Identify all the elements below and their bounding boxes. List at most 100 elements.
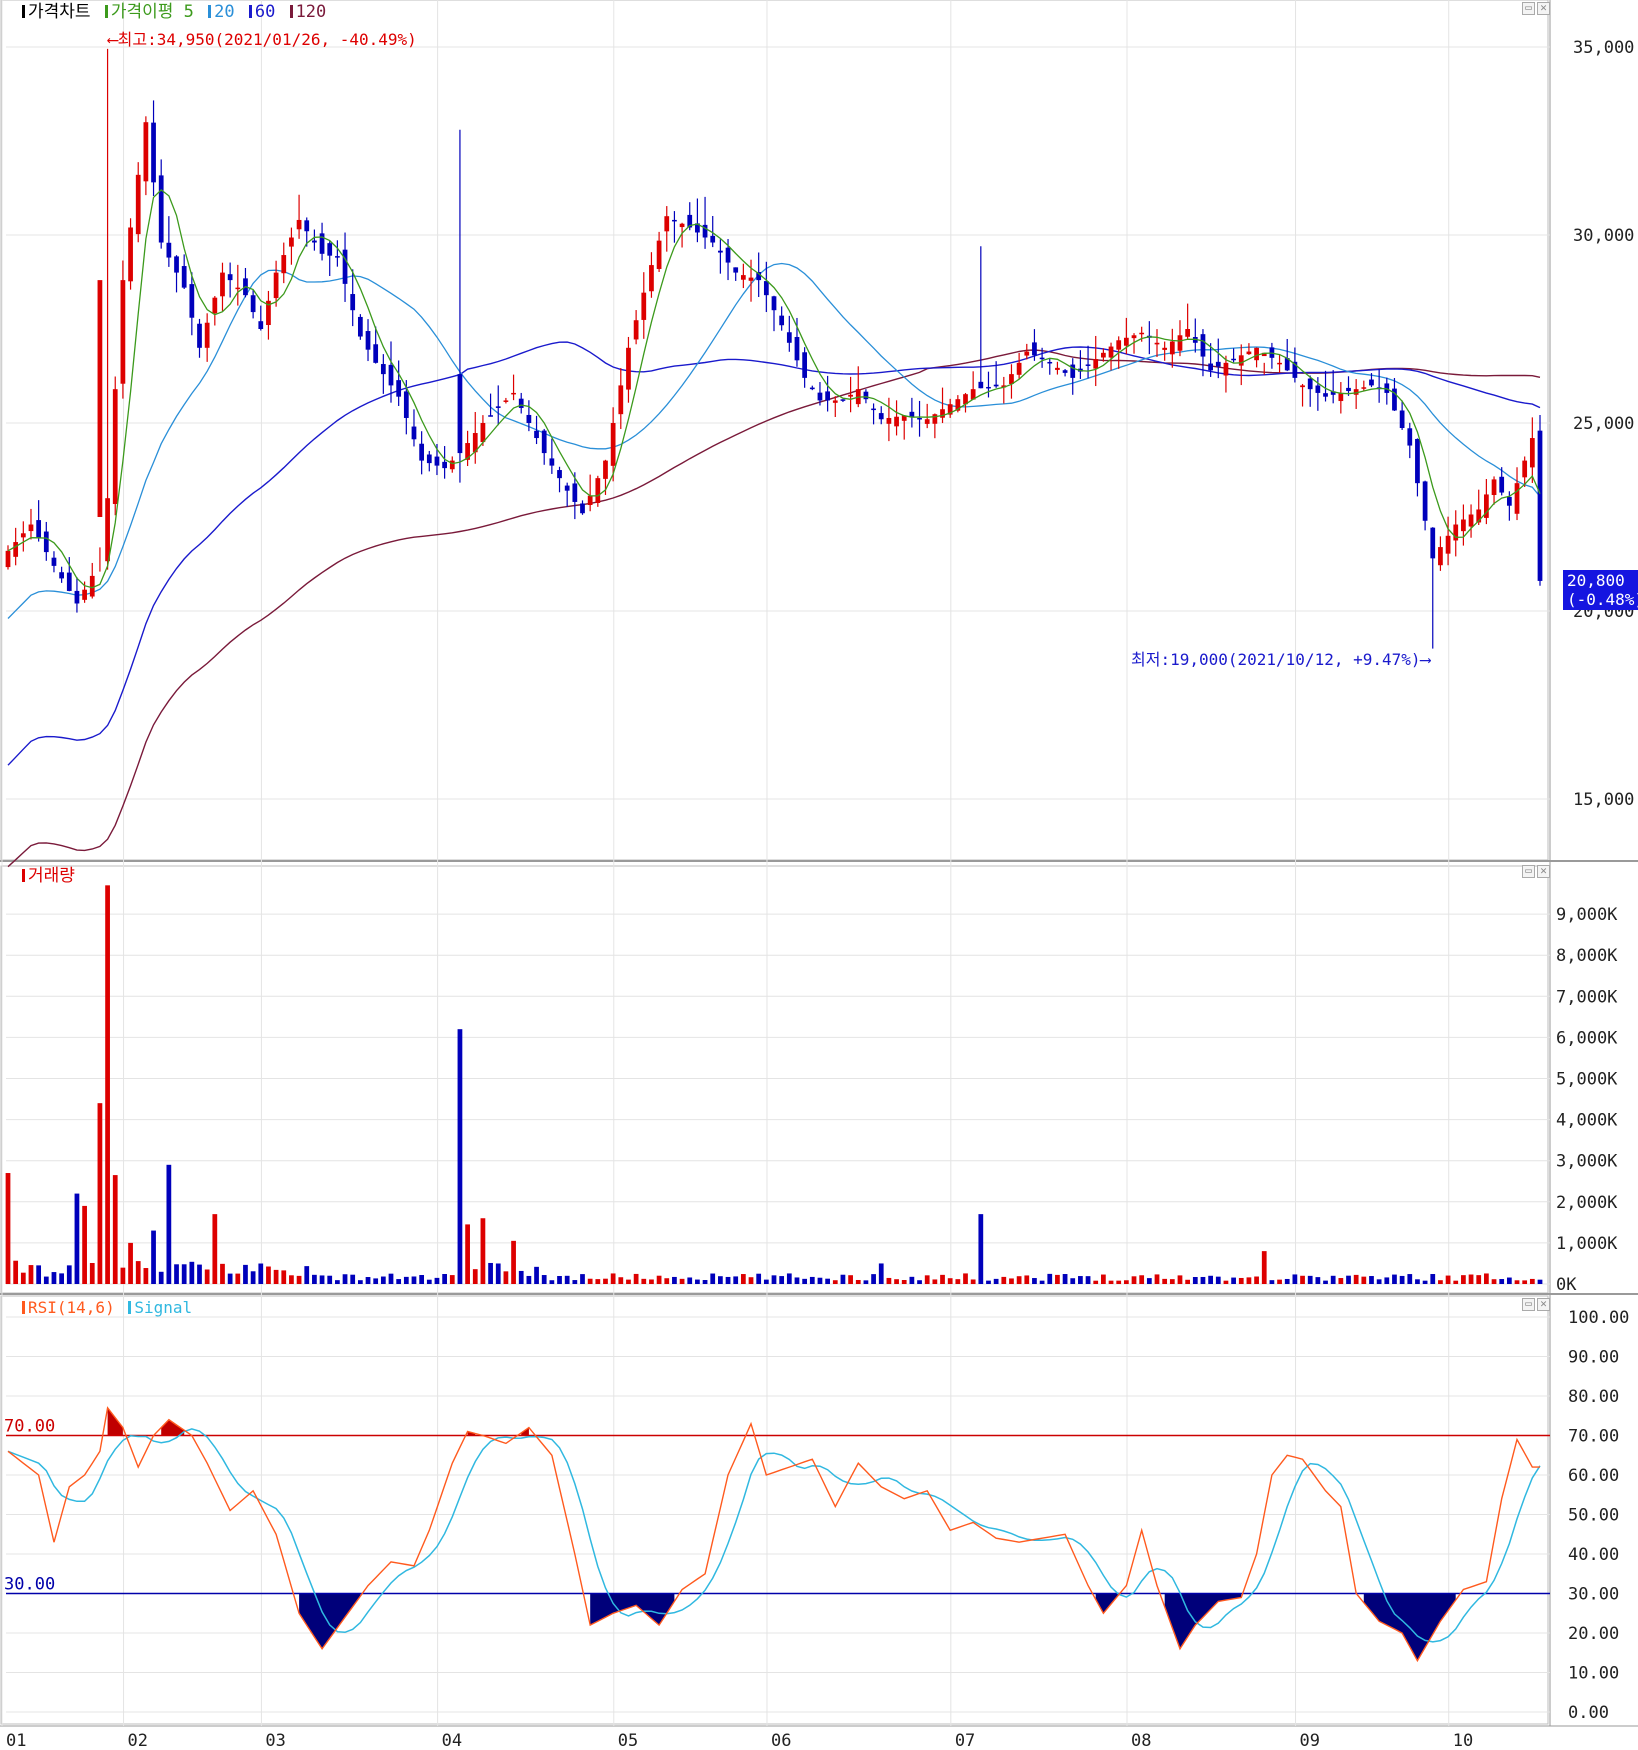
volume-bar	[1192, 1276, 1198, 1284]
candle-body	[1139, 332, 1145, 335]
candle-body	[786, 332, 792, 343]
candle-body	[1307, 378, 1313, 390]
volume-bar	[158, 1271, 164, 1284]
candle-body	[511, 392, 516, 395]
rsi-legend: RSI(14,6) Signal	[22, 1298, 196, 1318]
volume-bar	[687, 1277, 693, 1284]
x-tick-label: 01	[6, 1731, 26, 1750]
candle-body	[909, 411, 915, 417]
volume-bar	[166, 1164, 172, 1284]
candle-body	[442, 461, 447, 469]
candle-body	[105, 498, 110, 562]
candle-body	[672, 219, 677, 222]
candle-body	[281, 255, 287, 274]
volume-bar	[917, 1280, 922, 1284]
stock-chart[interactable]: 01 02 03 04 05 06 07 08 09 10 35,000 30,000 25,000 15…	[0, 0, 1638, 1750]
volume-bar	[763, 1279, 769, 1284]
volume-bar	[840, 1274, 846, 1284]
candle-body	[656, 240, 662, 269]
volume-bar	[289, 1275, 294, 1284]
volume-bar	[357, 1280, 363, 1284]
candle-body	[357, 316, 363, 337]
candle-body	[403, 391, 409, 418]
candle-body	[871, 408, 876, 411]
volume-bar	[281, 1270, 287, 1284]
candle-body	[151, 122, 156, 183]
volume-bar	[1062, 1274, 1068, 1284]
candle-body	[143, 122, 149, 182]
volume-bar	[304, 1266, 310, 1284]
candle-body	[718, 250, 723, 253]
volume-bar	[365, 1277, 371, 1284]
volume-bar	[779, 1276, 785, 1284]
close-icon[interactable]: ✕	[1537, 2, 1550, 15]
chart-canvas[interactable]: 01 02 03 04 05 06 07 08 09 10 35,000 30,000 25,000 15…	[0, 0, 1638, 1750]
volume-bar	[1116, 1280, 1122, 1284]
candle-body	[189, 284, 195, 318]
volume-bar	[610, 1273, 616, 1284]
candle-body	[794, 336, 800, 361]
volume-bar	[825, 1278, 830, 1284]
rsi-tick-label: 30.00	[1568, 1585, 1619, 1605]
volume-bar	[1131, 1276, 1137, 1284]
volume-bar	[1461, 1275, 1466, 1284]
rsi-tick-label: 20.00	[1568, 1624, 1619, 1644]
candle-body	[587, 495, 593, 506]
candle-body	[1415, 438, 1420, 484]
candle-body	[1300, 385, 1305, 388]
volume-bar	[426, 1279, 432, 1284]
x-tick-label: 04	[442, 1731, 462, 1750]
candle-body	[817, 392, 823, 401]
volume-bar	[1039, 1280, 1045, 1284]
volume-tick-label: 9,000K	[1556, 905, 1618, 925]
candle-body	[1016, 362, 1022, 375]
volume-bar	[1369, 1276, 1374, 1284]
volume-bar	[220, 1263, 225, 1284]
candle-body	[1169, 341, 1175, 355]
minimize-icon[interactable]: ▭	[1522, 2, 1535, 15]
volume-bar	[1215, 1276, 1221, 1284]
volume-bar	[5, 1173, 11, 1284]
legend-item-ma60[interactable]: 60	[248, 2, 277, 22]
candle-body	[304, 220, 310, 232]
candle-body	[312, 240, 317, 243]
volume-bar	[878, 1263, 884, 1284]
volume-bar	[465, 1224, 470, 1284]
volume-bar	[756, 1273, 762, 1284]
candle-body	[28, 524, 34, 532]
volume-bar	[1300, 1275, 1305, 1284]
legend-item-signal[interactable]: Signal	[128, 1298, 194, 1317]
candle-body	[1223, 362, 1229, 376]
candle-body	[59, 572, 64, 579]
rsi-lower-label: 30.00	[4, 1575, 55, 1595]
legend-item-ma5[interactable]: 가격이평 5	[104, 2, 196, 22]
volume-bar	[1032, 1278, 1037, 1284]
volume-bar	[151, 1230, 156, 1284]
volume-bar	[143, 1268, 149, 1284]
volume-legend[interactable]: 거래량	[22, 866, 77, 886]
candle-body	[135, 174, 141, 235]
volume-bar	[319, 1275, 325, 1284]
legend-item-rsi[interactable]: RSI(14,6)	[22, 1298, 117, 1317]
volume-tick-label: 3,000K	[1556, 1152, 1618, 1172]
candle-body	[250, 295, 256, 313]
legend-item-price[interactable]: 가격차트	[22, 2, 93, 22]
left-arrow-icon: ⟵	[108, 30, 118, 49]
candle-body	[5, 550, 11, 568]
legend-item-ma120[interactable]: 120	[289, 2, 329, 22]
minimize-icon[interactable]: ▭	[1522, 1298, 1535, 1311]
volume-bar	[633, 1273, 639, 1284]
minimize-icon[interactable]: ▭	[1522, 865, 1535, 878]
volume-bar	[526, 1275, 532, 1284]
volume-bar	[1108, 1280, 1114, 1284]
close-icon[interactable]: ✕	[1537, 865, 1550, 878]
candle-body	[1231, 358, 1236, 361]
close-icon[interactable]: ✕	[1537, 1298, 1550, 1311]
legend-item-ma20[interactable]: 20	[208, 2, 236, 22]
volume-bar	[940, 1274, 945, 1284]
candle-body	[679, 223, 685, 228]
volume-bar	[1422, 1280, 1428, 1284]
volume-bar	[442, 1274, 447, 1284]
volume-bar	[1307, 1275, 1313, 1284]
candle-body	[748, 277, 754, 281]
